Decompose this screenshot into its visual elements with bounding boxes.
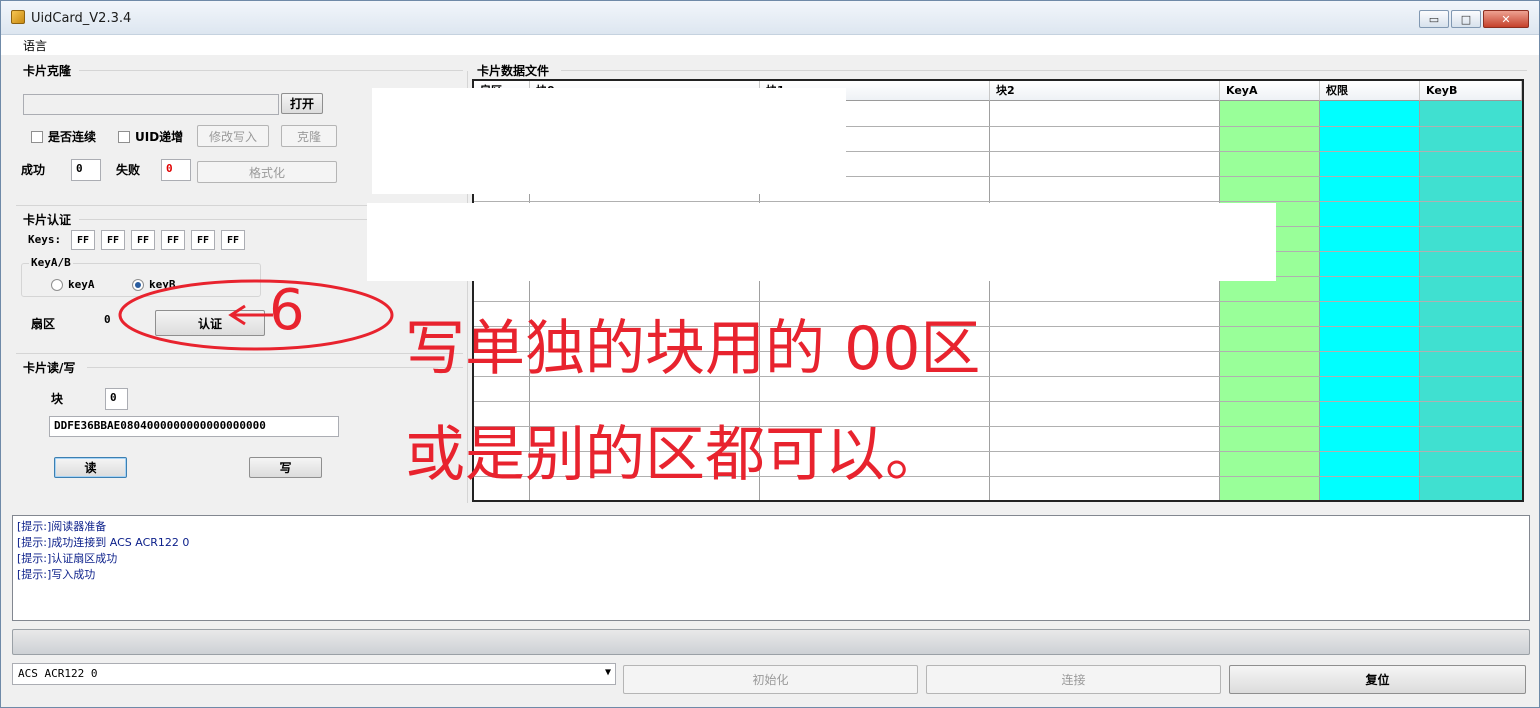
dropdown-arrow-icon: ▼	[604, 667, 611, 678]
progress-bar	[12, 629, 1530, 655]
connect-button[interactable]: 连接	[926, 665, 1221, 694]
log-line: [提示:]阅读器准备	[17, 520, 107, 533]
initialize-button[interactable]: 初始化	[623, 665, 918, 694]
reader-select-value: ACS ACR122 0	[18, 667, 98, 680]
log-line: [提示:]认证扇区成功	[17, 552, 118, 565]
reset-button[interactable]: 复位	[1229, 665, 1526, 694]
log-output[interactable]: [提示:]阅读器准备 [提示:]成功连接到 ACS ACR122 0 [提示:]…	[12, 515, 1530, 621]
annotation-line-1: 写单独的块用的 00区	[405, 314, 981, 384]
reader-select[interactable]: ACS ACR122 0 ▼	[12, 663, 616, 685]
log-line: [提示:]写入成功	[17, 568, 96, 581]
log-line: [提示:]成功连接到 ACS ACR122 0	[17, 536, 190, 549]
annotation-step-number: 6	[269, 278, 305, 343]
app-window: UidCard_V2.3.4 ▭ □ ✕ 语言 卡片克隆 打开 是否连续 UID…	[0, 0, 1540, 708]
annotation-line-2: 或是别的区都可以。	[405, 420, 945, 490]
